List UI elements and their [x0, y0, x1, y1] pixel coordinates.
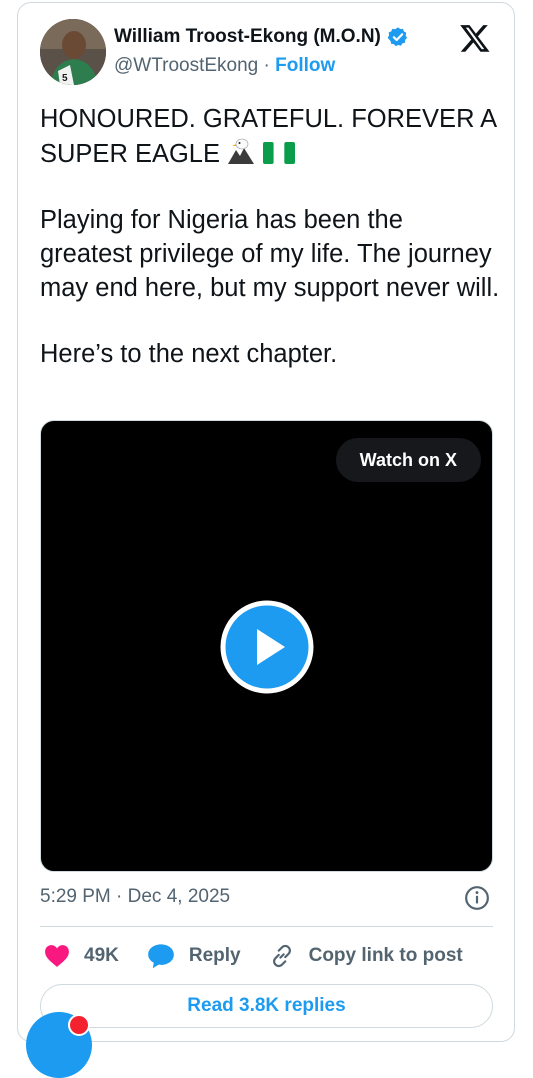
avatar-jersey-number: 5: [62, 73, 68, 84]
author-name[interactable]: William Troost-Ekong (M.O.N): [114, 26, 381, 48]
reply-label: Reply: [188, 945, 241, 966]
heart-icon: [45, 945, 69, 967]
tweet-timestamp[interactable]: 5:29 PM · Dec 4, 2025: [40, 886, 230, 908]
notification-badge: [68, 1014, 90, 1036]
play-icon[interactable]: [220, 600, 314, 694]
author-handle-row: @WTroostEkong · Follow: [114, 55, 335, 77]
copy-link-button[interactable]: Copy link to post: [269, 943, 463, 969]
read-replies-button[interactable]: Read 3.8K replies: [40, 984, 493, 1028]
link-icon: [272, 944, 291, 968]
author-name-row[interactable]: William Troost-Ekong (M.O.N): [114, 26, 409, 48]
watch-on-x-button[interactable]: Watch on X: [335, 438, 481, 482]
tweet-actions: 49K Reply Copy link to post: [44, 940, 491, 972]
tweet-paragraph-2: Playing for Nigeria has been the greates…: [40, 206, 500, 302]
follow-link[interactable]: Follow: [275, 55, 335, 76]
tweet-paragraph-3: Here’s to the next chapter.: [40, 340, 338, 368]
avatar-image: 5: [40, 19, 106, 85]
tweet-body: HONOURED. GRATEFUL. FOREVER A SUPER EAGL…: [40, 102, 500, 371]
info-icon[interactable]: [464, 885, 490, 911]
author-handle[interactable]: @WTroostEkong: [114, 55, 258, 76]
nigeria-flag-icon: [262, 142, 295, 164]
verified-badge-icon: [387, 27, 407, 47]
reply-button[interactable]: Reply: [147, 943, 241, 969]
eagle-emoji-icon: [227, 138, 254, 164]
handle-separator: ·: [263, 55, 270, 76]
like-button[interactable]: 49K: [44, 944, 119, 968]
x-logo-icon[interactable]: [459, 22, 491, 54]
tweet-line-1: HONOURED. GRATEFUL. FOREVER A SUPER EAGL…: [40, 102, 500, 171]
video-player[interactable]: Watch on X: [40, 420, 493, 872]
author-avatar[interactable]: 5: [40, 19, 106, 85]
like-count: 49K: [84, 945, 119, 966]
reply-bubble-icon: [148, 944, 174, 969]
copy-link-label: Copy link to post: [308, 945, 463, 966]
divider: [40, 926, 493, 927]
